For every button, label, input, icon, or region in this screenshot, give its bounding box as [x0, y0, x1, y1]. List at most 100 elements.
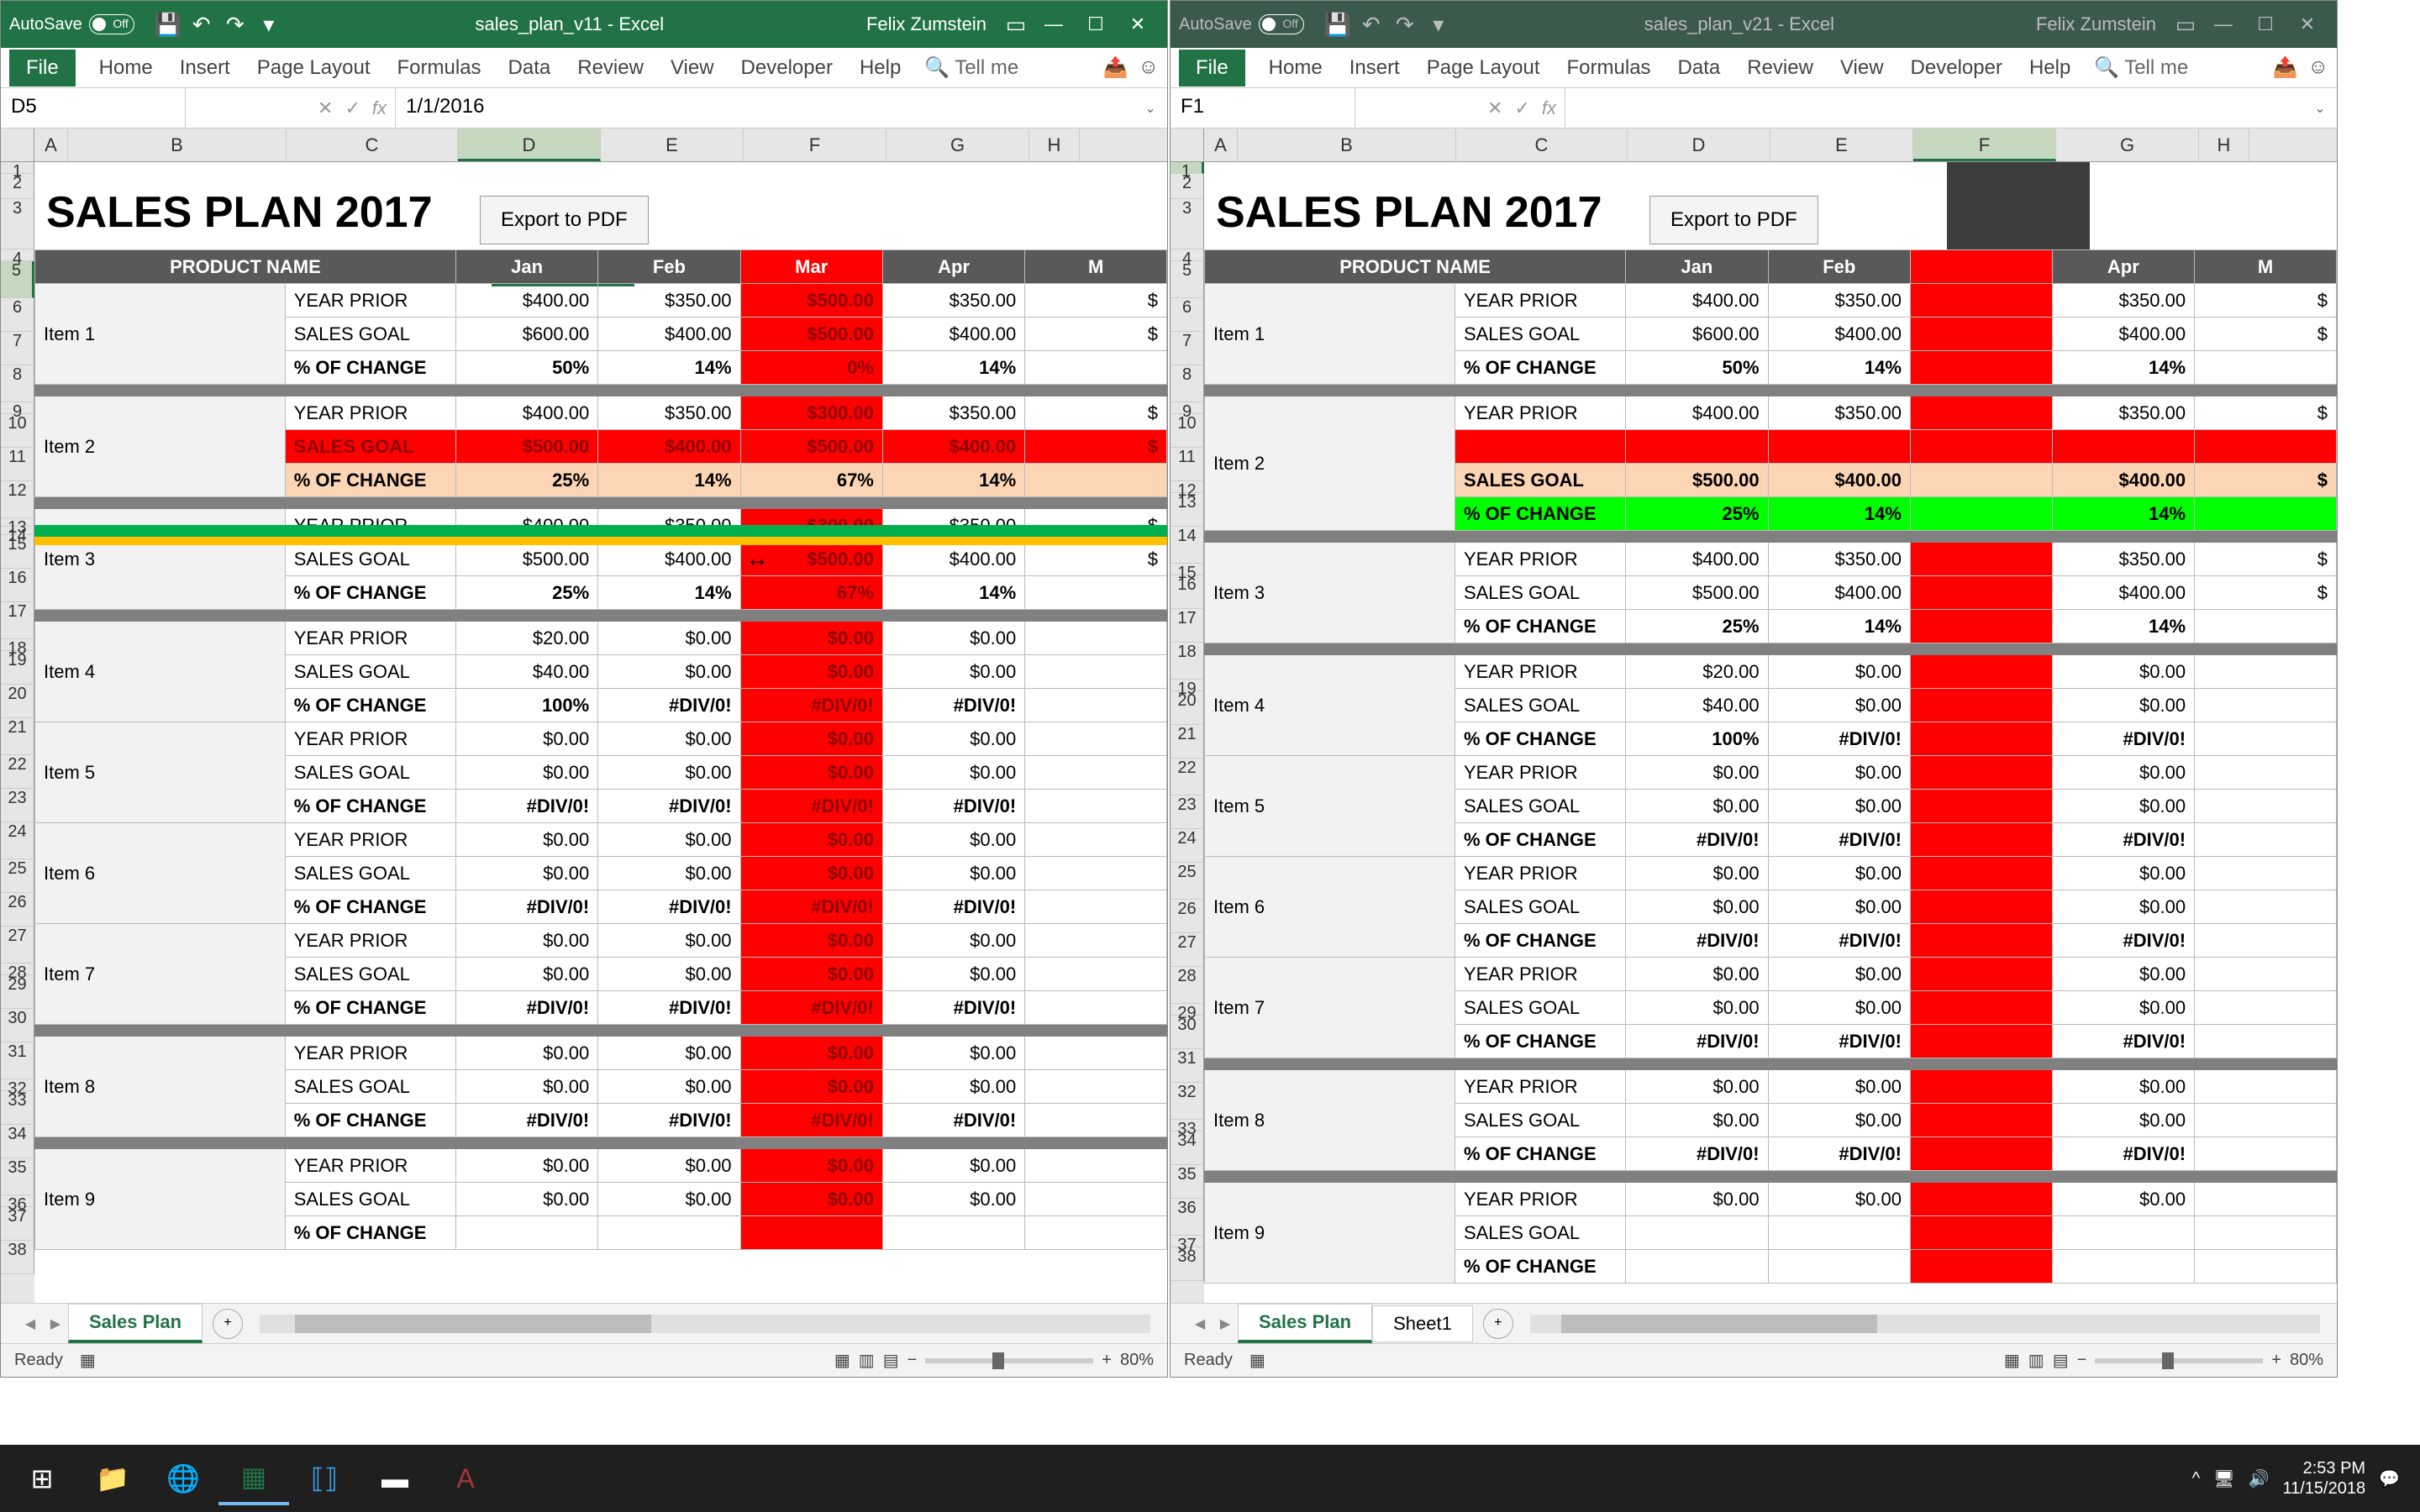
value-cell[interactable]: #DIV/0!: [1626, 1137, 1768, 1171]
row-header-22[interactable]: 22: [1, 755, 34, 789]
terminal-icon[interactable]: ▬: [360, 1452, 430, 1505]
value-cell[interactable]: $400.00: [2052, 464, 2194, 497]
row-header-27[interactable]: 27: [1, 927, 34, 963]
ribbon-options-icon[interactable]: ▭: [999, 8, 1033, 41]
value-cell[interactable]: 14%: [598, 351, 740, 385]
value-cell[interactable]: [2195, 1250, 2337, 1284]
value-cell[interactable]: [455, 1216, 597, 1250]
ribbon-tab-home[interactable]: Home: [96, 50, 156, 87]
more-icon[interactable]: ▾: [252, 8, 286, 41]
volume-icon[interactable]: 🔊: [2249, 1468, 2270, 1489]
view-normal-icon[interactable]: ▦: [834, 1350, 850, 1371]
value-cell[interactable]: [1910, 576, 2052, 610]
ribbon-tab-pagelayout[interactable]: Page Layout: [254, 50, 374, 87]
value-cell[interactable]: [2195, 1216, 2337, 1250]
item-name-cell[interactable]: Item 8: [35, 1037, 286, 1137]
value-cell[interactable]: $400.00: [598, 430, 740, 464]
value-cell[interactable]: #DIV/0!: [2052, 924, 2194, 958]
notifications-icon[interactable]: 💬: [2379, 1468, 2400, 1489]
value-cell[interactable]: $: [1025, 543, 1167, 576]
ribbon-tab-view[interactable]: View: [667, 50, 718, 87]
network-icon[interactable]: 🖥: [2213, 1468, 2234, 1489]
name-box[interactable]: F1: [1171, 88, 1355, 128]
value-cell[interactable]: $0.00: [1768, 756, 1910, 790]
value-cell[interactable]: [1025, 351, 1167, 385]
access-icon[interactable]: A: [430, 1452, 501, 1505]
ribbon-tab-review[interactable]: Review: [1744, 50, 1817, 87]
value-cell[interactable]: #DIV/0!: [740, 991, 882, 1025]
ribbon-tab-pagelayout[interactable]: Page Layout: [1423, 50, 1544, 87]
value-cell[interactable]: [1025, 1216, 1167, 1250]
row-header-7[interactable]: 7: [1171, 332, 1204, 365]
value-cell[interactable]: $400.00: [1768, 576, 1910, 610]
value-cell[interactable]: $0.00: [598, 924, 740, 958]
value-cell[interactable]: [1025, 790, 1167, 823]
close-button[interactable]: ✕: [2286, 8, 2328, 41]
value-cell[interactable]: [2195, 756, 2337, 790]
value-cell[interactable]: $350.00: [2052, 396, 2194, 430]
value-cell[interactable]: $0.00: [740, 1037, 882, 1070]
item-name-cell[interactable]: Item 3: [35, 509, 286, 610]
item-name-cell[interactable]: Item 8: [1205, 1070, 1455, 1171]
item-name-cell[interactable]: Item 7: [1205, 958, 1455, 1058]
value-cell[interactable]: #DIV/0!: [598, 890, 740, 924]
row-header-8[interactable]: 8: [1, 365, 34, 402]
zoom-level[interactable]: 80%: [2290, 1351, 2323, 1370]
value-cell[interactable]: #DIV/0!: [2052, 823, 2194, 857]
chrome-icon[interactable]: 🌐: [148, 1452, 218, 1505]
value-cell[interactable]: $0.00: [1626, 1183, 1768, 1216]
row-header-13[interactable]: 13: [1171, 493, 1204, 527]
row-header-2[interactable]: 2: [1, 174, 34, 199]
value-cell[interactable]: $0.00: [2052, 991, 2194, 1025]
row-header-12[interactable]: 12: [1, 481, 34, 518]
row-header-33[interactable]: 33: [1171, 1120, 1204, 1131]
value-cell[interactable]: $0.00: [2052, 1104, 2194, 1137]
value-cell[interactable]: [598, 1216, 740, 1250]
value-cell[interactable]: [1910, 464, 2052, 497]
col-header-g[interactable]: G: [886, 129, 1029, 161]
value-cell[interactable]: $0.00: [882, 857, 1024, 890]
value-cell[interactable]: [2195, 1183, 2337, 1216]
macro-record-icon[interactable]: ▦: [1249, 1350, 1265, 1371]
value-cell[interactable]: #DIV/0!: [882, 890, 1024, 924]
value-cell[interactable]: [882, 1216, 1024, 1250]
value-cell[interactable]: [1910, 497, 2052, 531]
value-cell[interactable]: $: [1025, 396, 1167, 430]
value-cell[interactable]: [1025, 924, 1167, 958]
file-explorer-icon[interactable]: 📁: [77, 1452, 148, 1505]
value-cell[interactable]: #DIV/0!: [598, 991, 740, 1025]
row-header-23[interactable]: 23: [1171, 795, 1204, 829]
value-cell[interactable]: 14%: [1768, 497, 1910, 531]
value-cell[interactable]: $0.00: [455, 722, 597, 756]
col-header-a[interactable]: A: [34, 129, 68, 161]
row-header-24[interactable]: 24: [1, 822, 34, 859]
row-header-19[interactable]: 19: [1171, 680, 1204, 691]
item-name-cell[interactable]: Item 6: [1205, 857, 1455, 958]
value-cell[interactable]: [1025, 1037, 1167, 1070]
more-icon[interactable]: ▾: [1422, 8, 1455, 41]
value-cell[interactable]: #DIV/0!: [598, 790, 740, 823]
value-cell[interactable]: $0.00: [882, 1183, 1024, 1216]
value-cell[interactable]: [2195, 790, 2337, 823]
row-header-35[interactable]: 35: [1, 1158, 34, 1195]
value-cell[interactable]: [1910, 722, 2052, 756]
value-cell[interactable]: $0.00: [882, 1070, 1024, 1104]
comments-icon[interactable]: ☺: [1138, 55, 1159, 80]
value-cell[interactable]: $0.00: [740, 1183, 882, 1216]
value-cell[interactable]: $400.00: [455, 396, 597, 430]
value-cell[interactable]: $350.00: [598, 284, 740, 318]
maximize-button[interactable]: ☐: [1075, 8, 1117, 41]
value-cell[interactable]: $0.00: [882, 655, 1024, 689]
value-cell[interactable]: $350.00: [882, 284, 1024, 318]
user-name[interactable]: Felix Zumstein: [2036, 13, 2156, 35]
value-cell[interactable]: [2052, 1216, 2194, 1250]
value-cell[interactable]: $0.00: [598, 1070, 740, 1104]
row-header-26[interactable]: 26: [1, 893, 34, 927]
value-cell[interactable]: $0.00: [598, 1183, 740, 1216]
value-cell[interactable]: $0.00: [882, 924, 1024, 958]
fx-icon[interactable]: fx: [1542, 97, 1556, 119]
value-cell[interactable]: $0.00: [1768, 991, 1910, 1025]
value-cell[interactable]: 14%: [882, 576, 1024, 610]
value-cell[interactable]: #DIV/0!: [2052, 722, 2194, 756]
close-button[interactable]: ✕: [1117, 8, 1159, 41]
